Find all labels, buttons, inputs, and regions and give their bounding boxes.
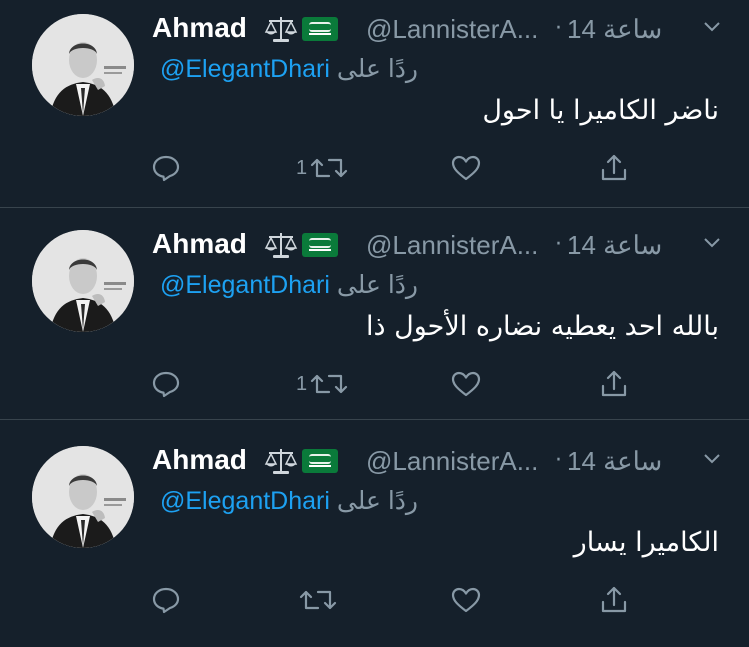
mention-link[interactable]: @ElegantDhari bbox=[160, 55, 330, 83]
avatar[interactable] bbox=[32, 14, 134, 116]
replying-to-label: ردًا على bbox=[336, 55, 419, 83]
user-handle[interactable]: @LannisterA... bbox=[366, 14, 538, 45]
avatar[interactable] bbox=[32, 230, 134, 332]
balance-scale-icon bbox=[263, 14, 299, 44]
like-button[interactable] bbox=[450, 148, 482, 188]
saudi-flag-icon bbox=[302, 449, 338, 473]
replying-to: @ElegantDhari ردًا على bbox=[160, 270, 418, 300]
share-button[interactable] bbox=[598, 364, 630, 404]
retweet-button[interactable]: 1 bbox=[296, 364, 349, 404]
tweet[interactable]: Ahmad @LannisterA... · 14 ساعة @ElegantD… bbox=[0, 0, 749, 215]
user-handle[interactable]: @LannisterA... bbox=[366, 446, 538, 477]
avatar[interactable] bbox=[32, 446, 134, 548]
tweet-header: Ahmad @LannisterA... · 14 ساعة bbox=[152, 12, 723, 46]
mention-link[interactable]: @ElegantDhari bbox=[160, 487, 330, 515]
reply-icon bbox=[152, 587, 180, 614]
tweet-text: بالله احد يعطيه نضاره الأحول ذا bbox=[366, 311, 719, 342]
share-icon bbox=[601, 370, 627, 397]
reply-button[interactable] bbox=[150, 580, 182, 620]
display-name[interactable]: Ahmad bbox=[152, 444, 247, 476]
replying-to: @ElegantDhari ردًا على bbox=[160, 54, 418, 84]
user-handle[interactable]: @LannisterA... bbox=[366, 230, 538, 261]
timestamp[interactable]: 14 ساعة bbox=[567, 446, 662, 477]
retweet-button[interactable] bbox=[296, 580, 338, 620]
reply-button[interactable] bbox=[150, 364, 182, 404]
like-icon bbox=[451, 371, 481, 397]
reply-button[interactable] bbox=[150, 148, 182, 188]
chevron-down-icon[interactable] bbox=[701, 16, 723, 38]
timestamp[interactable]: 14 ساعة bbox=[567, 230, 662, 261]
separator-dot: · bbox=[555, 232, 562, 257]
saudi-flag-icon bbox=[302, 17, 338, 41]
display-name[interactable]: Ahmad bbox=[152, 12, 247, 44]
tweet-actions: 1 bbox=[150, 148, 640, 188]
replying-to-label: ردًا على bbox=[336, 487, 419, 515]
chevron-down-icon[interactable] bbox=[701, 448, 723, 470]
share-icon bbox=[601, 586, 627, 613]
retweet-icon bbox=[311, 158, 348, 178]
like-icon bbox=[451, 155, 481, 181]
tweet-text: ناضر الكاميرا يا احول bbox=[482, 95, 719, 126]
divider bbox=[0, 419, 749, 420]
replying-to-label: ردًا على bbox=[336, 271, 419, 299]
saudi-flag-icon bbox=[302, 233, 338, 257]
tweet-actions bbox=[150, 580, 640, 620]
tweet[interactable]: Ahmad @LannisterA... · 14 ساعة @ElegantD… bbox=[0, 216, 749, 431]
replying-to: @ElegantDhari ردًا على bbox=[160, 486, 418, 516]
balance-scale-icon bbox=[263, 446, 299, 476]
tweet-actions: 1 bbox=[150, 364, 640, 404]
divider bbox=[0, 207, 749, 208]
like-icon bbox=[451, 587, 481, 613]
display-name[interactable]: Ahmad bbox=[152, 228, 247, 260]
timestamp[interactable]: 14 ساعة bbox=[567, 14, 662, 45]
tweet[interactable]: Ahmad @LannisterA... · 14 ساعة @ElegantD… bbox=[0, 432, 749, 647]
chevron-down-icon[interactable] bbox=[701, 232, 723, 254]
share-icon bbox=[601, 154, 627, 181]
tweet-header: Ahmad @LannisterA... · 14 ساعة bbox=[152, 444, 723, 478]
retweet-icon bbox=[299, 590, 337, 610]
share-button[interactable] bbox=[598, 148, 630, 188]
like-button[interactable] bbox=[450, 580, 482, 620]
mention-link[interactable]: @ElegantDhari bbox=[160, 271, 330, 299]
balance-scale-icon bbox=[263, 230, 299, 260]
reply-icon bbox=[152, 155, 180, 182]
reply-icon bbox=[152, 371, 180, 398]
separator-dot: · bbox=[555, 448, 562, 473]
separator-dot: · bbox=[555, 16, 562, 41]
retweet-count: 1 bbox=[296, 156, 308, 179]
tweet-header: Ahmad @LannisterA... · 14 ساعة bbox=[152, 228, 723, 262]
retweet-count: 1 bbox=[296, 372, 308, 395]
tweet-text: الكاميرا يسار bbox=[573, 527, 719, 558]
retweet-icon bbox=[311, 374, 348, 394]
like-button[interactable] bbox=[450, 364, 482, 404]
retweet-button[interactable]: 1 bbox=[296, 148, 349, 188]
share-button[interactable] bbox=[598, 580, 630, 620]
